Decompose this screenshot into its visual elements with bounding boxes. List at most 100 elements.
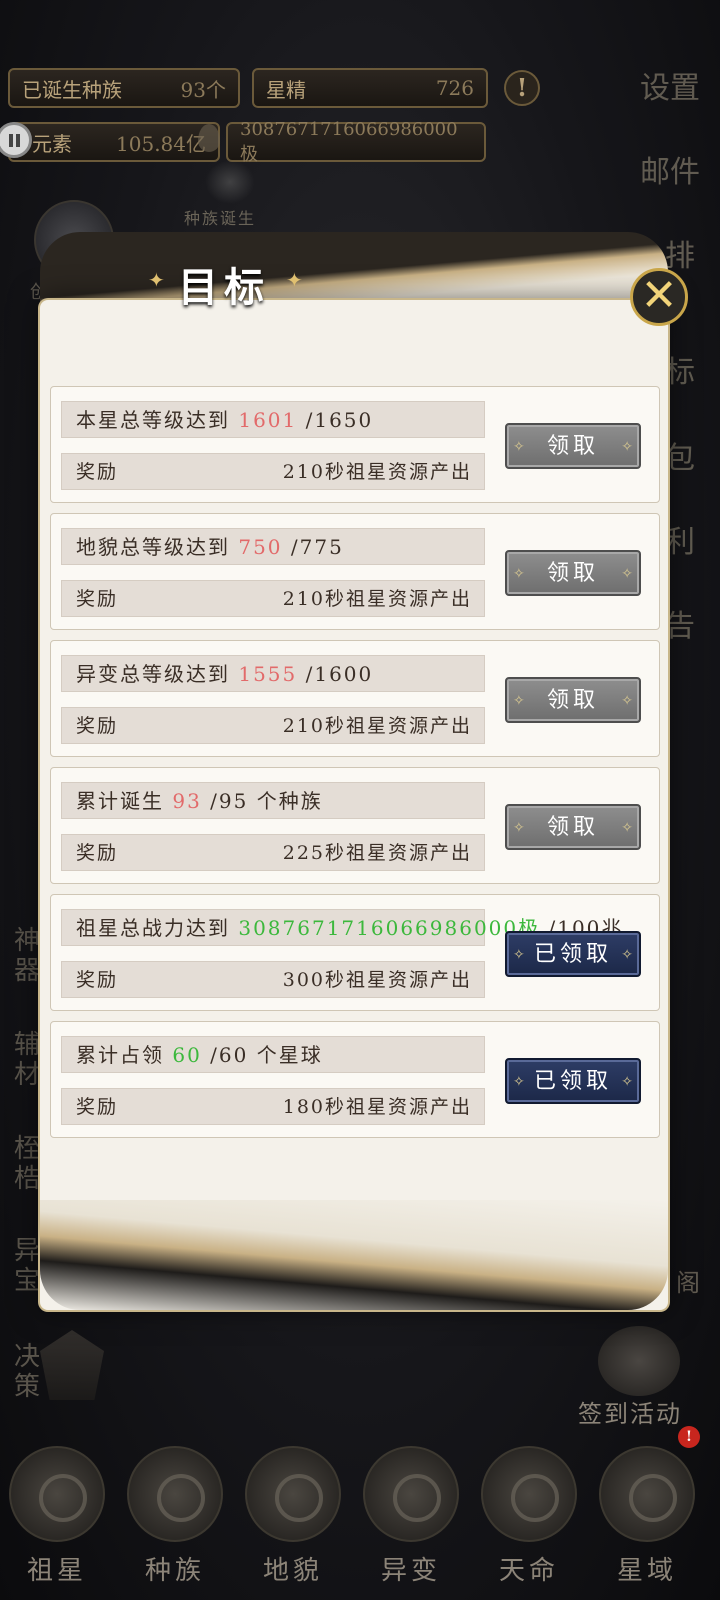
menu-pavilion-label: 阁	[676, 1269, 700, 1297]
task-current-value: 60	[172, 1043, 202, 1067]
landform-icon	[245, 1446, 341, 1542]
task-target-value: /60 个星球	[201, 1043, 323, 1067]
menu-shackle[interactable]: 桎梏	[10, 1134, 44, 1194]
claim-button[interactable]: ✧ 领取 ✧	[505, 804, 641, 850]
menu-aux-material-label: 辅材	[13, 1030, 40, 1090]
menu-decision[interactable]: 决策	[10, 1342, 44, 1402]
task-reward: 奖励 225秒祖星资源产出	[61, 834, 485, 871]
nav-mutation[interactable]: 异变	[356, 1440, 466, 1600]
reward-label: 奖励	[76, 461, 119, 483]
task-condition: 本星总等级达到 1601 /1650	[61, 401, 485, 438]
menu-treasure[interactable]: 异宝	[10, 1236, 44, 1296]
claim-button-label: 领取	[546, 561, 599, 586]
task-reward: 奖励 210秒祖星资源产出	[61, 453, 485, 490]
menu-pavilion[interactable]: 阁	[668, 1266, 708, 1300]
reward-label: 奖励	[76, 715, 119, 737]
claim-button-label: 领取	[546, 434, 599, 459]
reward-value: 210秒祖星资源产出	[282, 461, 472, 483]
task-reward: 奖励 300秒祖星资源产出	[61, 961, 485, 998]
menu-rank-label: 排	[665, 239, 695, 274]
task-current-value: 1601	[238, 408, 298, 432]
reward-value: 300秒祖星资源产出	[282, 969, 472, 991]
task-target-value: /1600	[297, 662, 374, 686]
btn-ornament: ✧	[621, 566, 633, 582]
menu-decision-label: 决策	[13, 1342, 40, 1402]
title-ornament-right: ✦	[286, 268, 303, 292]
reward-value: 180秒祖星资源产出	[282, 1096, 472, 1118]
tower-icon[interactable]	[40, 1330, 104, 1400]
task-current-value: 750	[238, 535, 283, 559]
nav-home-star-label: 祖星	[26, 1556, 87, 1586]
task-condition-text: 本星总等级达到	[76, 408, 239, 432]
task-row: 异变总等级达到 1555 /1600 奖励 210秒祖星资源产出 ✧ 领取 ✧	[50, 640, 660, 757]
claim-button[interactable]: ✧ 领取 ✧	[505, 550, 641, 596]
menu-goal-label: 标	[665, 355, 695, 390]
task-condition: 累计占领 60 /60 个星球	[61, 1036, 485, 1073]
menu-benefit-label: 利	[665, 525, 695, 560]
mutation-icon	[363, 1446, 459, 1542]
close-button[interactable]: ✕	[630, 268, 688, 326]
btn-ornament: ✧	[513, 693, 525, 709]
claimed-button[interactable]: ✧ 已领取 ✧	[505, 931, 641, 977]
star-essence-value: 726	[435, 76, 474, 100]
btn-ornament: ✧	[621, 820, 633, 836]
reward-value: 210秒祖星资源产出	[282, 715, 472, 737]
menu-bag-label: 包	[665, 441, 695, 476]
menu-artifact[interactable]: 神器	[10, 926, 44, 986]
claim-button[interactable]: ✧ 领取 ✧	[505, 677, 641, 723]
task-condition-text: 异变总等级达到	[76, 662, 239, 686]
species-born-value: 93个	[180, 77, 226, 102]
species-icon	[127, 1446, 223, 1542]
menu-settings-label: 设置	[640, 71, 700, 106]
nav-home-star[interactable]: 祖星	[2, 1440, 112, 1600]
btn-ornament: ✧	[513, 820, 525, 836]
menu-settings[interactable]: 设置	[640, 72, 700, 106]
claimed-button[interactable]: ✧ 已领取 ✧	[505, 1058, 641, 1104]
task-row: 累计诞生 93 /95 个种族 奖励 225秒祖星资源产出 ✧ 领取 ✧	[50, 767, 660, 884]
btn-ornament: ✧	[621, 947, 633, 963]
btn-ornament: ✧	[621, 693, 633, 709]
task-row: 本星总等级达到 1601 /1650 奖励 210秒祖星资源产出 ✧ 领取 ✧	[50, 386, 660, 503]
btn-ornament: ✧	[513, 1074, 525, 1090]
star-essence-label: 星精	[266, 77, 306, 102]
checkin-label[interactable]: 签到活动	[578, 1394, 682, 1429]
nav-species-label: 种族	[144, 1556, 205, 1586]
claim-button[interactable]: ✧ 领取 ✧	[505, 423, 641, 469]
reward-label: 奖励	[76, 588, 119, 610]
task-current-value: 1555	[238, 662, 298, 686]
bottom-nav: 祖星 种族 地貌 异变 天命 星域	[0, 1440, 720, 1600]
nav-landform[interactable]: 地貌	[238, 1440, 348, 1600]
reward-label: 奖励	[76, 969, 119, 991]
nav-destiny-label: 天命	[498, 1556, 559, 1586]
task-row: 祖星总战力达到 3087671716066986000极 /100兆 奖励 300…	[50, 894, 660, 1011]
checkin-icon[interactable]	[598, 1326, 680, 1396]
warning-icon[interactable]: !	[504, 70, 540, 106]
species-birth-icon[interactable]	[205, 160, 255, 204]
nav-landform-label: 地貌	[262, 1556, 323, 1586]
task-target-value: /95 个种族	[201, 789, 323, 813]
species-born-stat: 已诞生种族 93个	[8, 68, 240, 108]
star-domain-icon	[599, 1446, 695, 1542]
nav-destiny[interactable]: 天命	[474, 1440, 584, 1600]
menu-aux-material[interactable]: 辅材	[10, 1030, 44, 1090]
menu-treasure-label: 异宝	[13, 1236, 40, 1296]
title-ornament-left: ✦	[148, 268, 165, 292]
task-target-value: /1650	[297, 408, 374, 432]
task-current-value: 3087671716066986000极	[238, 916, 541, 940]
menu-notice-label: 告	[665, 609, 695, 644]
task-condition: 累计诞生 93 /95 个种族	[61, 782, 485, 819]
task-condition-text: 累计占领	[76, 1043, 173, 1067]
claimed-button-label: 已领取	[533, 1069, 612, 1094]
claimed-button-label: 已领取	[533, 942, 612, 967]
claim-button-label: 领取	[546, 688, 599, 713]
task-target-value: /775	[282, 535, 344, 559]
btn-ornament: ✧	[621, 1074, 633, 1090]
nav-star-domain[interactable]: 星域	[592, 1440, 702, 1600]
modal-title: 目标	[178, 265, 270, 311]
btn-ornament: ✧	[513, 947, 525, 963]
menu-mail[interactable]: 邮件	[640, 156, 700, 190]
btn-ornament: ✧	[513, 566, 525, 582]
nav-species[interactable]: 种族	[120, 1440, 230, 1600]
power-stat: 3087671716066986000极	[226, 119, 486, 165]
claim-button-label: 领取	[546, 815, 599, 840]
